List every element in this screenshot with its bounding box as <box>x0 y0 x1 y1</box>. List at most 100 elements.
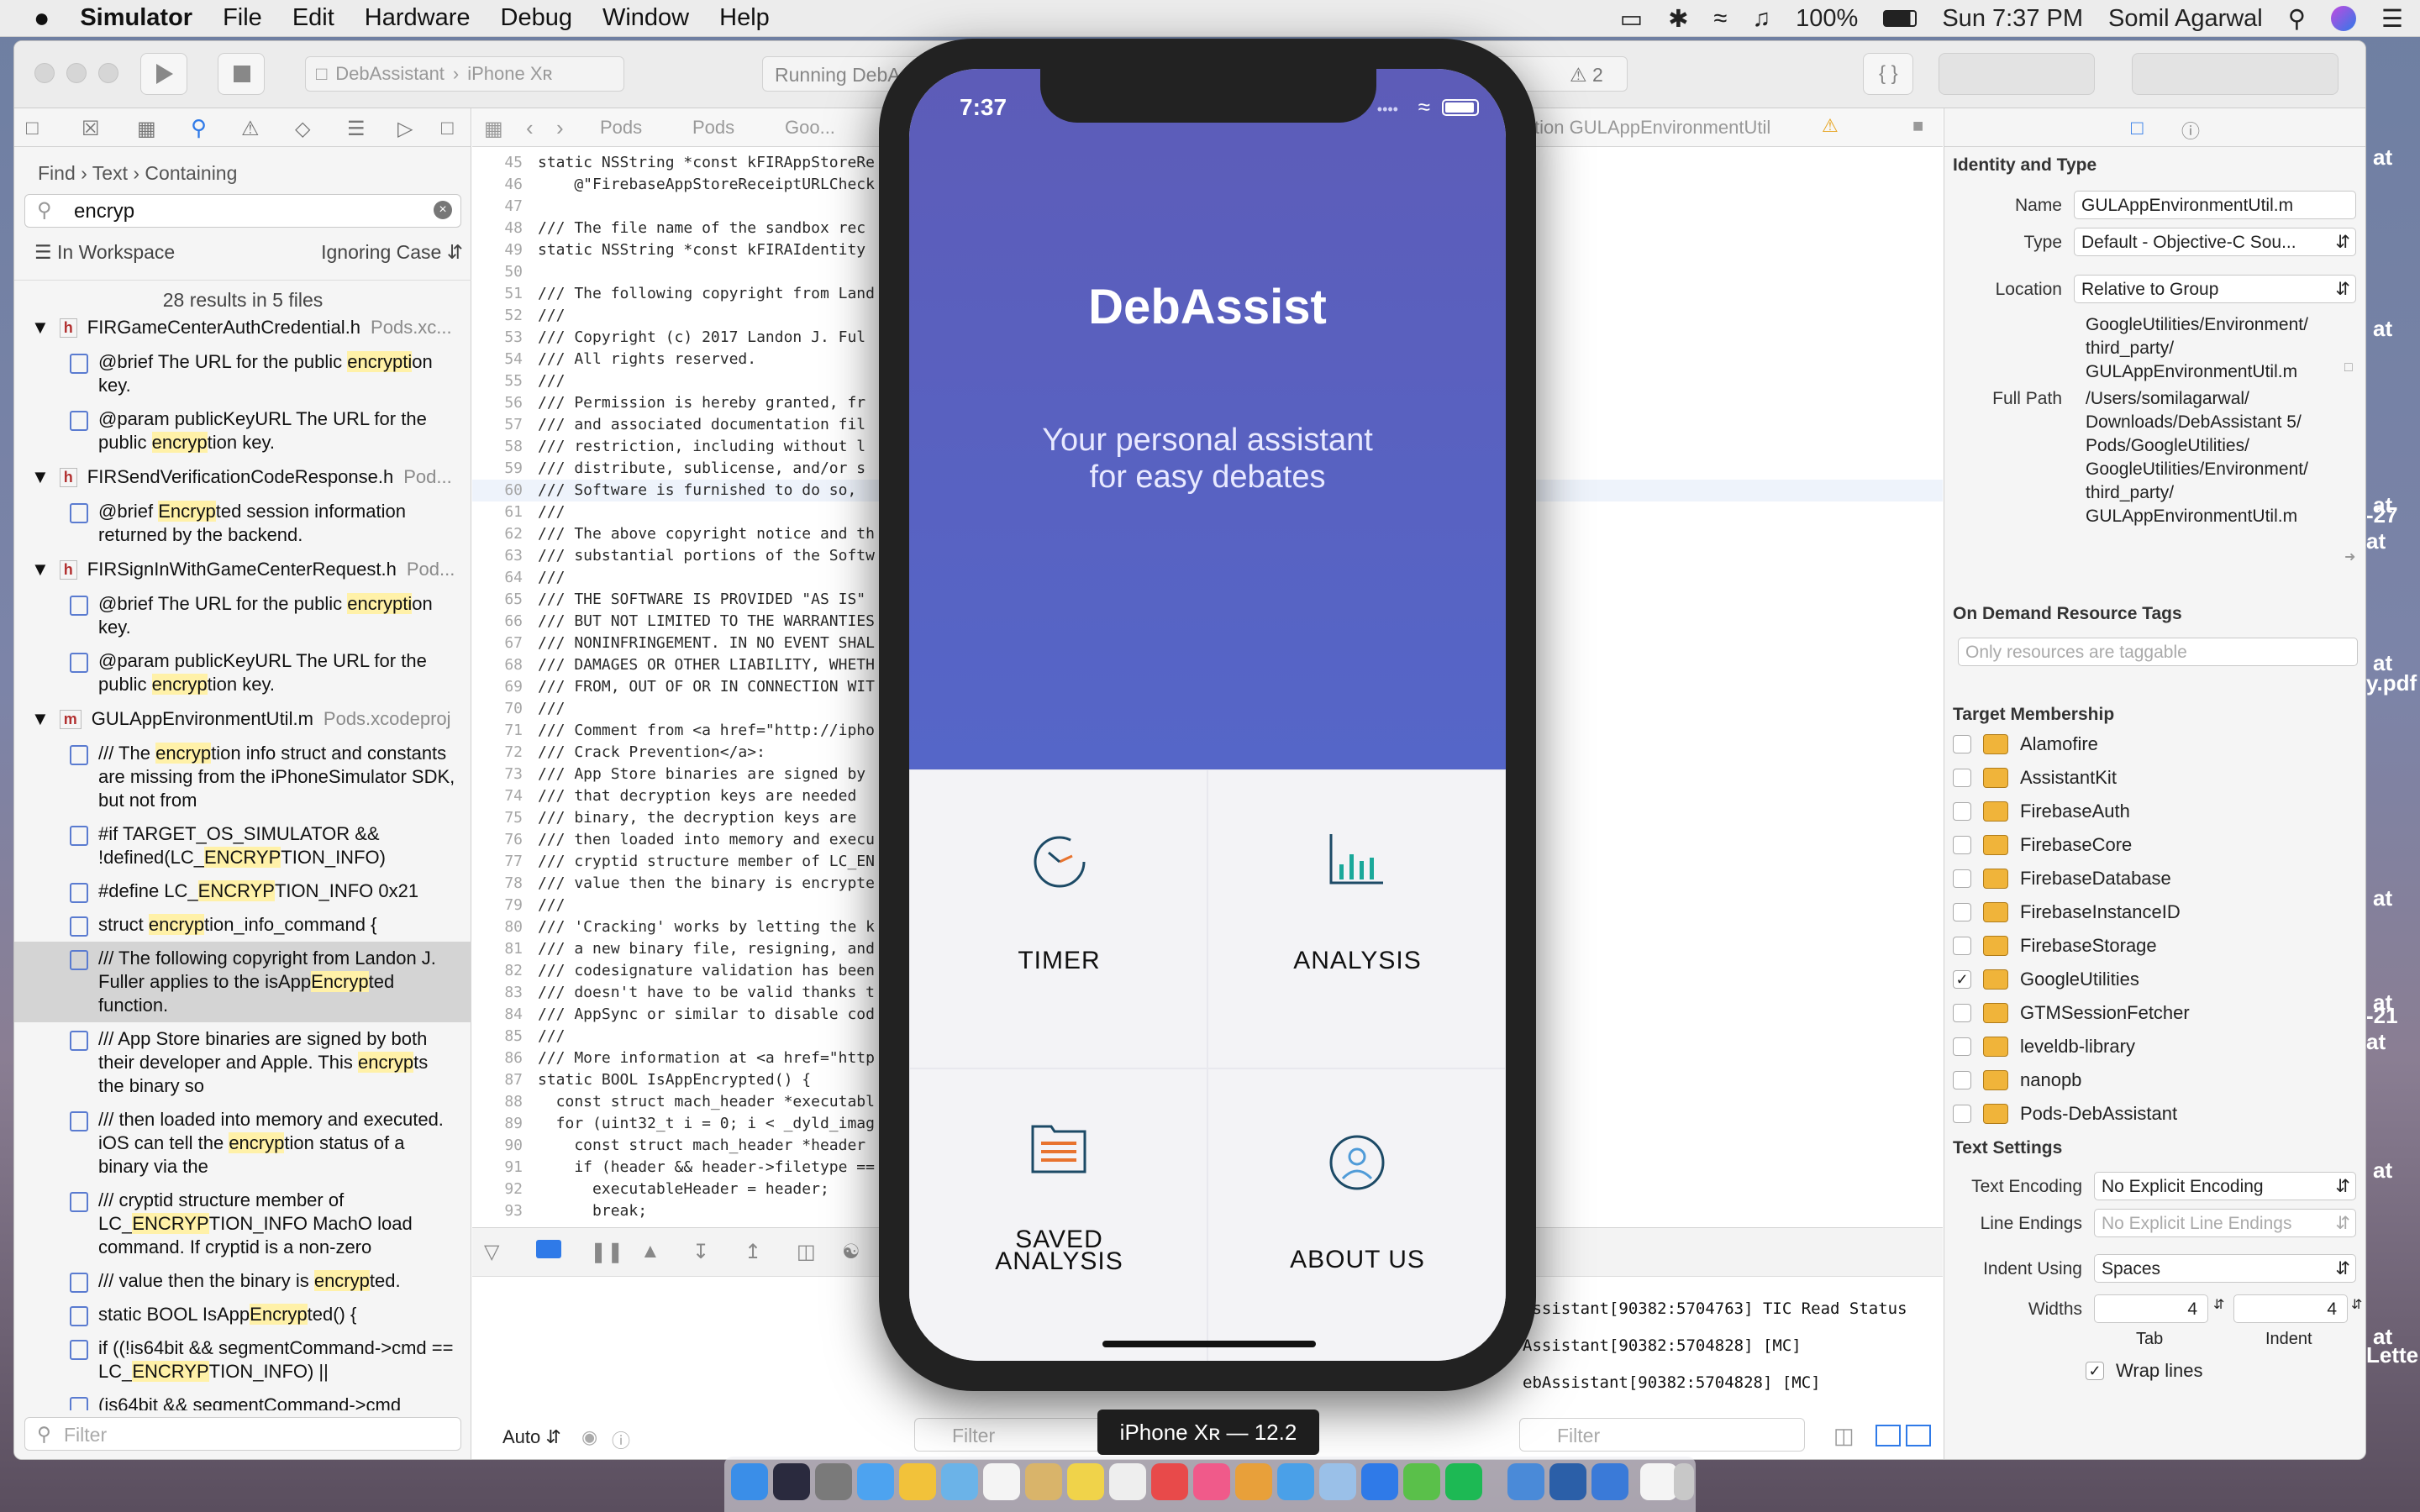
menu-file[interactable]: File <box>223 4 262 32</box>
minimize-window-button[interactable] <box>66 63 87 83</box>
target-row[interactable]: FirebaseStorage <box>1953 930 2157 962</box>
symbol-icon[interactable]: ▦ <box>137 117 156 141</box>
finder-icon[interactable] <box>731 1463 768 1500</box>
target-row[interactable]: AssistantKit <box>1953 762 2117 794</box>
checkbox[interactable] <box>1953 1071 1971 1089</box>
desktop-file-label[interactable]: -21 at <box>2366 1003 2420 1055</box>
checkbox[interactable] <box>1953 836 1971 854</box>
back-icon[interactable]: ‹ <box>526 115 534 141</box>
bluetooth-icon[interactable]: ✱ <box>1668 4 1688 34</box>
checkbox[interactable]: ✓ <box>1953 970 1971 989</box>
help-icon[interactable]: ⓘ <box>2181 117 2200 144</box>
result-match[interactable]: (is64bit && segmentCommand->cmd <box>14 1389 471 1410</box>
wrap-lines-checkbox[interactable]: ✓ Wrap lines <box>2086 1355 2203 1387</box>
result-match[interactable]: /// cryptid structure member of LC_ENCRY… <box>14 1184 471 1264</box>
trash-icon[interactable] <box>1674 1463 1694 1500</box>
target-row[interactable]: leveldb-library <box>1953 1031 2135 1063</box>
app-store-icon[interactable] <box>1361 1463 1398 1500</box>
preview-icon[interactable] <box>941 1463 978 1500</box>
checkbox[interactable] <box>1953 735 1971 753</box>
clock[interactable]: Sun 7:37 PM <box>1942 5 2083 33</box>
target-row[interactable]: nanopb <box>1953 1064 2081 1096</box>
checkbox[interactable] <box>1953 903 1971 921</box>
result-file[interactable]: ▼ h FIRGameCenterAuthCredential.h Pods.xc..… <box>14 310 471 345</box>
messages-icon[interactable] <box>1277 1463 1314 1500</box>
name-field[interactable]: GULAppEnvironmentUtil.m <box>2074 191 2356 219</box>
tab-stepper[interactable]: ⇵ <box>2213 1296 2224 1313</box>
case-selector[interactable]: Ignoring Case ⇵ <box>321 241 463 264</box>
containing-mode[interactable]: Containing <box>145 162 237 184</box>
location-select[interactable]: Relative to Group ⇵ <box>2074 275 2356 303</box>
stickies-icon[interactable] <box>1067 1463 1104 1500</box>
code-review-button[interactable]: { } <box>1863 53 1913 95</box>
scope-selector[interactable]: In Workspace <box>57 241 175 263</box>
spotlight-icon[interactable]: ⚲ <box>2288 4 2306 34</box>
pause-icon[interactable]: ❚❚ <box>590 1240 623 1264</box>
result-match[interactable]: #if TARGET_OS_SIMULATOR && !defined(LC_E… <box>14 817 471 874</box>
contacts-icon[interactable] <box>1319 1463 1356 1500</box>
disclosure-triangle-icon[interactable]: ▼ <box>31 559 50 580</box>
target-row[interactable]: ✓ GoogleUtilities <box>1953 963 2139 995</box>
photos-icon[interactable] <box>1235 1463 1272 1500</box>
result-match[interactable]: @brief The URL for the public encryption… <box>14 345 471 402</box>
editor-mode-control[interactable] <box>1939 53 2095 95</box>
checkbox[interactable]: ✓ <box>2086 1362 2104 1380</box>
variables-scope-selector[interactable]: Auto ⇵ <box>502 1426 561 1448</box>
info-icon[interactable]: ⓘ <box>612 1426 630 1453</box>
split-view-icon[interactable] <box>1876 1425 1901 1446</box>
desktop-file-label[interactable]: at <box>2373 144 2392 171</box>
result-file[interactable]: ▼ h FIRSendVerificationCodeResponse.h Pod..… <box>14 459 471 495</box>
user-menu[interactable]: Somil Agarwal <box>2108 5 2263 33</box>
analysis-tile[interactable]: ANALYSIS <box>1207 769 1506 1068</box>
result-match[interactable]: @brief The URL for the public encryption… <box>14 587 471 644</box>
checkbox[interactable] <box>1953 1105 1971 1123</box>
related-items-icon[interactable]: ▦ <box>484 117 503 141</box>
console-filter-input[interactable]: Filter <box>1519 1418 1805 1452</box>
line-endings-select[interactable]: No Explicit Line Endings ⇵ <box>2094 1209 2356 1237</box>
result-match[interactable]: struct encryption_info_command { <box>14 908 471 942</box>
encoding-select[interactable]: No Explicit Encoding ⇵ <box>2094 1172 2356 1200</box>
indent-width-field[interactable]: 4 <box>2233 1294 2348 1323</box>
menu-edit[interactable]: Edit <box>292 4 334 32</box>
text-mode[interactable]: Text <box>92 162 128 184</box>
desktop-file-label[interactable]: Lette <box>2366 1342 2418 1368</box>
desktop-file-label[interactable]: at <box>2373 1158 2392 1184</box>
type-select[interactable]: Default - Objective-C Sou... ⇵ <box>2074 228 2356 256</box>
simulator-icon[interactable] <box>1591 1463 1628 1500</box>
result-file[interactable]: ▼ m GULAppEnvironmentUtil.m Pods.xcodeproj <box>14 701 471 737</box>
launchpad-icon[interactable] <box>815 1463 852 1500</box>
checkbox[interactable] <box>1953 769 1971 787</box>
result-match[interactable]: if ((!is64bit && segmentCommand->cmd == … <box>14 1331 471 1389</box>
stop-button[interactable] <box>218 53 265 95</box>
source-control-icon[interactable]: ☒ <box>82 117 100 141</box>
file-inspector-icon[interactable]: □ <box>2131 117 2144 140</box>
search-icon[interactable]: ⚲ <box>191 115 207 141</box>
checkbox[interactable] <box>1953 802 1971 821</box>
clear-search-icon[interactable]: × <box>434 201 452 219</box>
result-match[interactable]: /// App Store binaries are signed by bot… <box>14 1022 471 1103</box>
desktop-file-label[interactable]: -27 at <box>2366 502 2420 554</box>
target-row[interactable]: FirebaseDatabase <box>1953 863 2171 895</box>
view-panels-control[interactable] <box>2132 53 2338 95</box>
checkbox[interactable] <box>1953 937 1971 955</box>
eye-icon[interactable]: ◉ <box>581 1426 597 1448</box>
checkbox[interactable] <box>1953 1037 1971 1056</box>
view-hierarchy-icon[interactable]: ◫ <box>797 1240 816 1264</box>
disclosure-triangle-icon[interactable]: ▼ <box>31 708 50 730</box>
reveal-arrow-icon[interactable]: ➜ <box>2344 549 2355 565</box>
scheme-selector[interactable]: □ DebAssistant › iPhone Xʀ <box>305 56 624 92</box>
chrome-icon[interactable] <box>899 1463 936 1500</box>
safari-icon[interactable] <box>857 1463 894 1500</box>
jump-crumb[interactable]: Pods <box>600 117 642 139</box>
folder-icon[interactable]: □ <box>26 117 39 140</box>
no-entry-icon[interactable] <box>1151 1463 1188 1500</box>
result-file[interactable]: ▼ h FIRSignInWithGameCenterRequest.h Pod... <box>14 552 471 587</box>
result-match[interactable]: @param publicKeyURL The URL for the publ… <box>14 402 471 459</box>
home-indicator[interactable] <box>1102 1341 1316 1347</box>
music-icon[interactable] <box>1193 1463 1230 1500</box>
navigator-filter-input[interactable]: ⚲ Filter <box>24 1417 461 1451</box>
calendar-icon[interactable] <box>983 1463 1020 1500</box>
menu-help[interactable]: Help <box>719 4 770 32</box>
battery-percent[interactable]: 100% <box>1796 5 1858 33</box>
step-in-icon[interactable]: ↧ <box>692 1240 709 1264</box>
